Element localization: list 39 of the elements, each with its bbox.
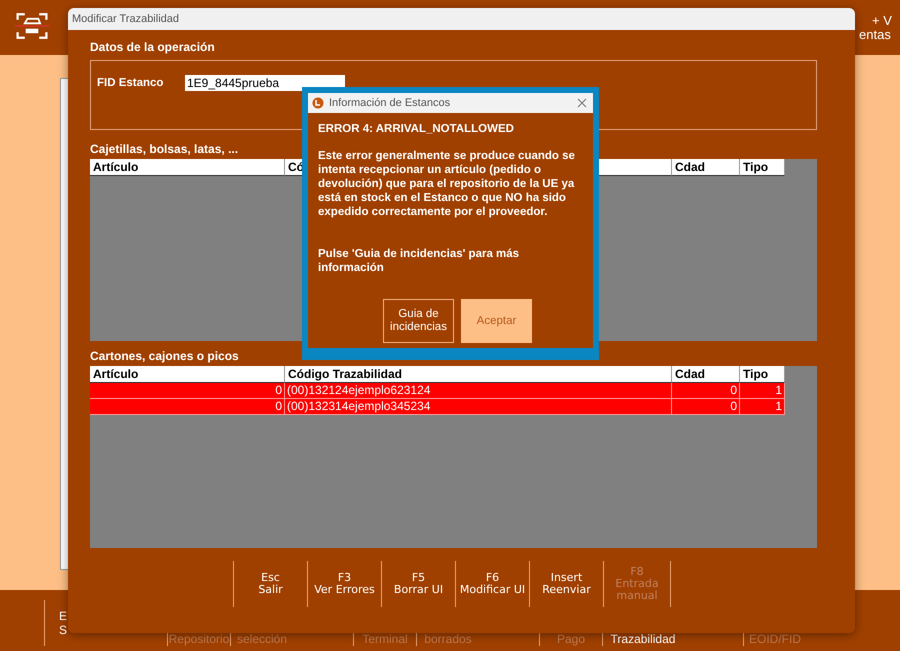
dialog-button[interactable]: Guia de incidencias: [383, 299, 454, 343]
column-header[interactable]: Tipo: [740, 366, 785, 383]
table-cell: (00)132124ejemplo623124: [285, 383, 672, 399]
function-key-button[interactable]: F5 Borrar UI: [381, 561, 455, 607]
table-cell: 0: [672, 383, 740, 399]
column-header[interactable]: Tipo: [740, 159, 785, 176]
table-cell: 0: [90, 399, 285, 415]
section-title: Cartones, cajones o picos: [90, 349, 239, 365]
error-heading: ERROR 4: ARRIVAL_NOTALLOWED: [318, 123, 515, 135]
column-header[interactable]: Cdad: [672, 159, 740, 176]
footer-label[interactable]: S: [59, 623, 68, 637]
scanner-logo-icon: [14, 10, 50, 42]
footer-label[interactable]: E: [59, 609, 68, 623]
function-key-button[interactable]: Esc Salir: [233, 561, 307, 607]
column-header[interactable]: Artículo: [90, 366, 285, 383]
close-icon[interactable]: [577, 98, 587, 108]
app-icon: [312, 97, 324, 109]
error-message: Pulse 'Guia de incidencias' para más información: [318, 247, 520, 275]
column-header[interactable]: Código Trazabilidad: [285, 366, 672, 383]
dialog-title: Información de Estancos: [329, 97, 450, 109]
function-key-button[interactable]: Insert Reenviar: [529, 561, 603, 607]
section-title: Cajetillas, bolsas, latas, ...: [90, 142, 238, 158]
window-title: Modificar Trazabilidad: [68, 8, 855, 30]
table-cell: (00)132314ejemplo345234: [285, 399, 672, 415]
function-key-button[interactable]: F3 Ver Errores: [307, 561, 381, 607]
header-label: + V: [872, 14, 892, 28]
error-message: Este error generalmente se produce cuando se intenta recepcionar un artículo (pedido o devolución) que para el repositorio de la UE ya está en stock en el Estanco o que NO ha sido expedido correctamente por el proveedor.: [318, 149, 576, 219]
header-label: entas: [859, 28, 891, 42]
table-cell: 0: [90, 383, 285, 399]
input-field[interactable]: 1E9_8445prueba: [185, 75, 345, 91]
table-cell: 1: [740, 383, 785, 399]
section-title: Datos de la operación: [90, 40, 215, 56]
function-key-button[interactable]: F6 Modificar UI: [455, 561, 529, 607]
table-cell: 1: [740, 399, 785, 415]
field-label: FID Estanco: [97, 76, 164, 91]
column-header[interactable]: Artículo: [90, 159, 285, 176]
footer-label[interactable]: Trazabilidad: [610, 632, 676, 646]
column-header[interactable]: Cdad: [672, 366, 740, 383]
table-cell: 0: [672, 399, 740, 415]
